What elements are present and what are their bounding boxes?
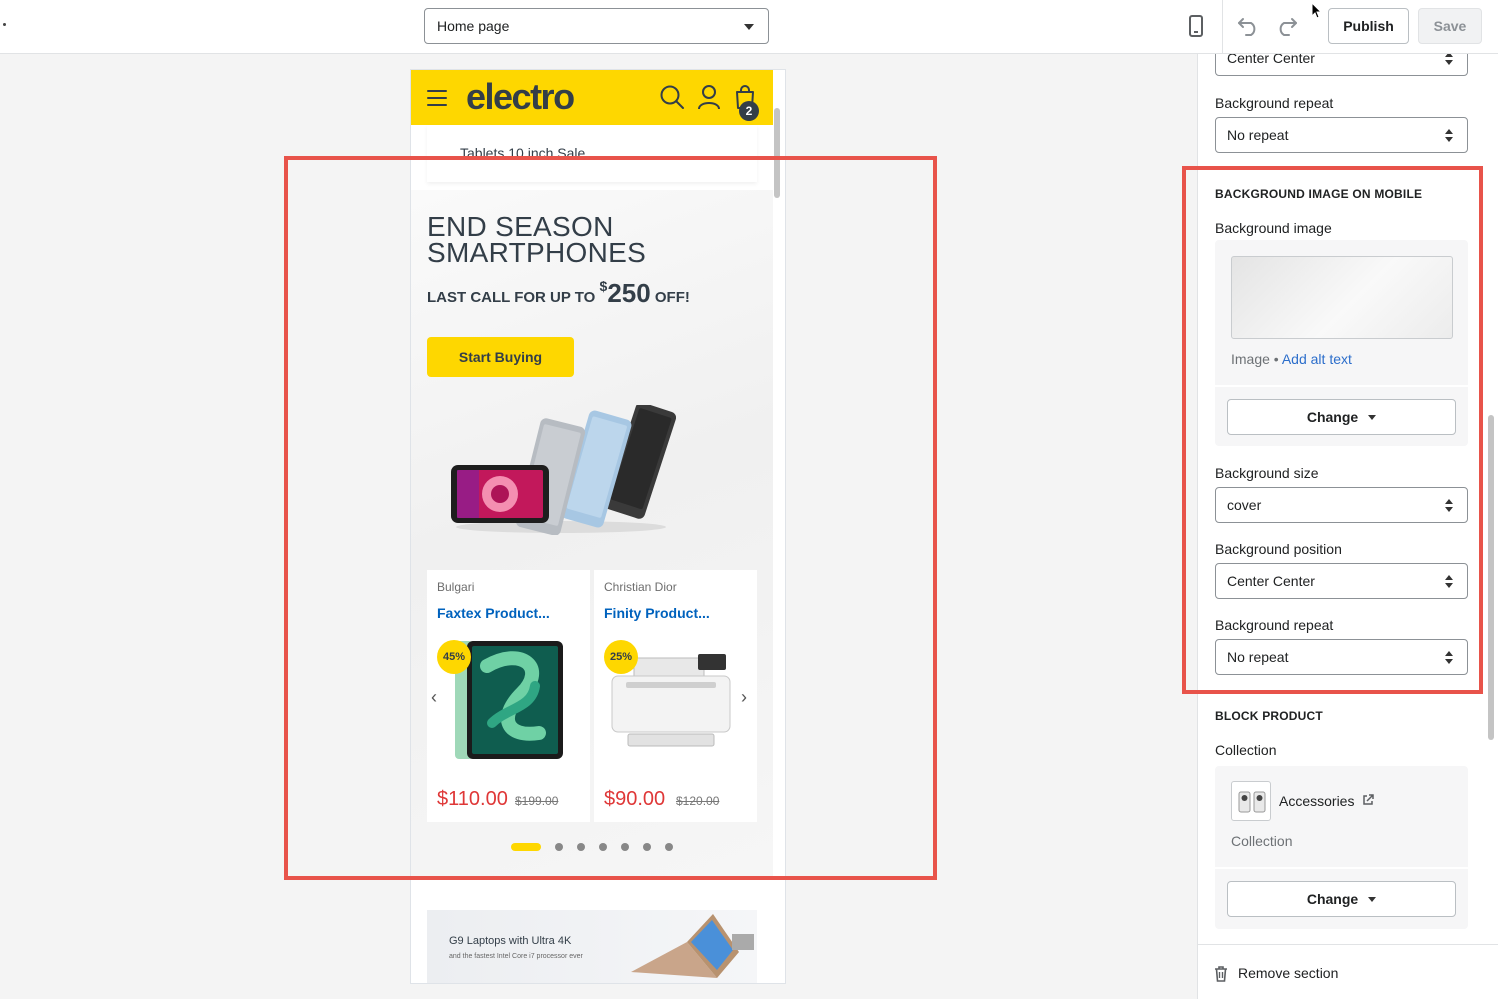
mobile-background-position-select[interactable]: Center Center bbox=[1215, 563, 1468, 599]
editor-topbar: Home page Publish Save bbox=[0, 0, 1498, 54]
category-menu: Tablets 10 inch Sale bbox=[427, 125, 757, 182]
settings-panel: Center Center Background repeat No repea… bbox=[1197, 54, 1498, 999]
collection-thumbnail[interactable] bbox=[1231, 781, 1271, 821]
product-card[interactable]: Bulgari Faxtex Product... 45% $110.00 $1… bbox=[427, 570, 590, 822]
page-select-value: Home page bbox=[437, 18, 510, 34]
mobile-device-icon[interactable] bbox=[1182, 12, 1210, 40]
user-account-icon[interactable] bbox=[696, 84, 722, 110]
select-arrows-icon bbox=[1445, 499, 1453, 512]
product-brand: Bulgari bbox=[437, 580, 475, 594]
select-arrows-icon bbox=[1445, 54, 1453, 65]
background-image-label: Background image bbox=[1215, 220, 1332, 236]
pagination-dot[interactable] bbox=[555, 843, 563, 851]
pagination-dot[interactable] bbox=[621, 843, 629, 851]
mobile-background-repeat-label: Background repeat bbox=[1215, 617, 1334, 633]
laptop-banner[interactable]: G9 Laptops with Ultra 4K and the fastest… bbox=[427, 910, 757, 983]
toolbar-divider bbox=[1222, 0, 1223, 54]
product-brand: Christian Dior bbox=[604, 580, 677, 594]
slide-title: END SEASON SMARTPHONES bbox=[427, 211, 647, 268]
image-picker: Image • Add alt text Change bbox=[1215, 240, 1468, 446]
carousel-pagination bbox=[511, 843, 687, 851]
image-meta: Image • Add alt text bbox=[1231, 351, 1352, 367]
mobile-background-repeat-select[interactable]: No repeat bbox=[1215, 639, 1468, 675]
background-position-select[interactable]: Center Center bbox=[1215, 54, 1468, 76]
redo-icon[interactable] bbox=[1272, 12, 1300, 40]
panel-scrollbar[interactable] bbox=[1488, 415, 1494, 740]
pagination-dot[interactable] bbox=[511, 843, 541, 851]
divider bbox=[1215, 867, 1468, 869]
slide-subtitle: LAST CALL FOR UP TO $250 OFF! bbox=[427, 278, 690, 308]
product-name-link[interactable]: Faxtex Product... bbox=[437, 605, 550, 621]
chevron-down-icon bbox=[1368, 414, 1377, 420]
select-arrows-icon bbox=[1445, 129, 1453, 142]
carousel-prev-arrow-icon[interactable]: ‹ bbox=[431, 688, 445, 706]
background-position-label: Background position bbox=[1215, 541, 1342, 557]
search-icon[interactable] bbox=[659, 84, 685, 110]
select-arrows-icon bbox=[1445, 575, 1453, 588]
banner-title: G9 Laptops with Ultra 4K bbox=[449, 935, 572, 947]
chevron-down-icon bbox=[1368, 896, 1377, 902]
menu-item[interactable]: Tablets 10 inch Sale bbox=[460, 145, 585, 161]
banner-subtitle: and the fastest Intel Core i7 processor … bbox=[449, 953, 583, 960]
background-size-label: Background size bbox=[1215, 465, 1319, 481]
product-card[interactable]: Christian Dior Finity Product... 25% $90… bbox=[594, 570, 757, 822]
product-old-price: $199.00 bbox=[515, 794, 559, 808]
preview-scrollbar[interactable] bbox=[774, 108, 780, 198]
undo-icon[interactable] bbox=[1235, 12, 1263, 40]
external-link-icon bbox=[1363, 794, 1375, 805]
collection-picker: Accessories Collection Change bbox=[1215, 766, 1468, 929]
background-repeat-label: Background repeat bbox=[1215, 95, 1334, 111]
pagination-dot[interactable] bbox=[577, 843, 585, 851]
collection-label: Collection bbox=[1215, 742, 1277, 758]
hero-slide: END SEASON SMARTPHONES LAST CALL FOR UP … bbox=[411, 190, 773, 880]
cart-count-badge: 2 bbox=[739, 101, 759, 121]
background-repeat-select[interactable]: No repeat bbox=[1215, 117, 1468, 153]
remove-section-button[interactable]: Remove section bbox=[1238, 965, 1338, 981]
background-size-select[interactable]: cover bbox=[1215, 487, 1468, 523]
save-button[interactable]: Save bbox=[1418, 8, 1482, 44]
section-heading: BLOCK PRODUCT bbox=[1215, 709, 1323, 723]
store-logo[interactable]: electro bbox=[466, 76, 575, 118]
hamburger-menu-icon[interactable] bbox=[427, 90, 447, 106]
page-select[interactable]: Home page bbox=[424, 8, 769, 44]
start-buying-button[interactable]: Start Buying bbox=[427, 337, 574, 377]
select-arrows-icon bbox=[1445, 651, 1453, 664]
trash-icon[interactable] bbox=[1214, 966, 1228, 982]
change-collection-button[interactable]: Change bbox=[1227, 881, 1456, 917]
chevron-down-icon bbox=[744, 24, 754, 30]
change-image-button[interactable]: Change bbox=[1227, 399, 1456, 435]
smartphones-image bbox=[451, 405, 676, 535]
collection-name-link[interactable]: Accessories bbox=[1279, 793, 1375, 809]
product-old-price: $120.00 bbox=[676, 794, 720, 808]
laptop-image bbox=[631, 914, 754, 978]
discount-badge: 45% bbox=[437, 640, 471, 674]
mobile-preview: electro 2 Tablets 10 inch Sale END SEASO… bbox=[410, 69, 786, 984]
product-price: $90.00 bbox=[604, 788, 666, 810]
collection-type: Collection bbox=[1231, 833, 1293, 849]
pagination-dot[interactable] bbox=[599, 843, 607, 851]
background-image-thumbnail[interactable] bbox=[1231, 256, 1453, 339]
publish-button[interactable]: Publish bbox=[1328, 8, 1409, 44]
pagination-dot[interactable] bbox=[643, 843, 651, 851]
mouse-cursor-icon bbox=[1311, 1, 1323, 25]
carousel-next-arrow-icon[interactable]: › bbox=[741, 688, 755, 706]
add-alt-text-link[interactable]: Add alt text bbox=[1282, 351, 1352, 367]
product-price: $110.00 bbox=[437, 788, 508, 810]
panel-footer: Remove section bbox=[1198, 944, 1498, 999]
discount-badge: 25% bbox=[604, 640, 638, 674]
section-heading: BACKGROUND IMAGE ON MOBILE bbox=[1215, 187, 1423, 201]
divider bbox=[1215, 385, 1468, 387]
product-name-link[interactable]: Finity Product... bbox=[604, 605, 710, 621]
menu-dot[interactable] bbox=[3, 23, 6, 26]
store-header: electro 2 bbox=[411, 70, 773, 125]
pagination-dot[interactable] bbox=[665, 843, 673, 851]
